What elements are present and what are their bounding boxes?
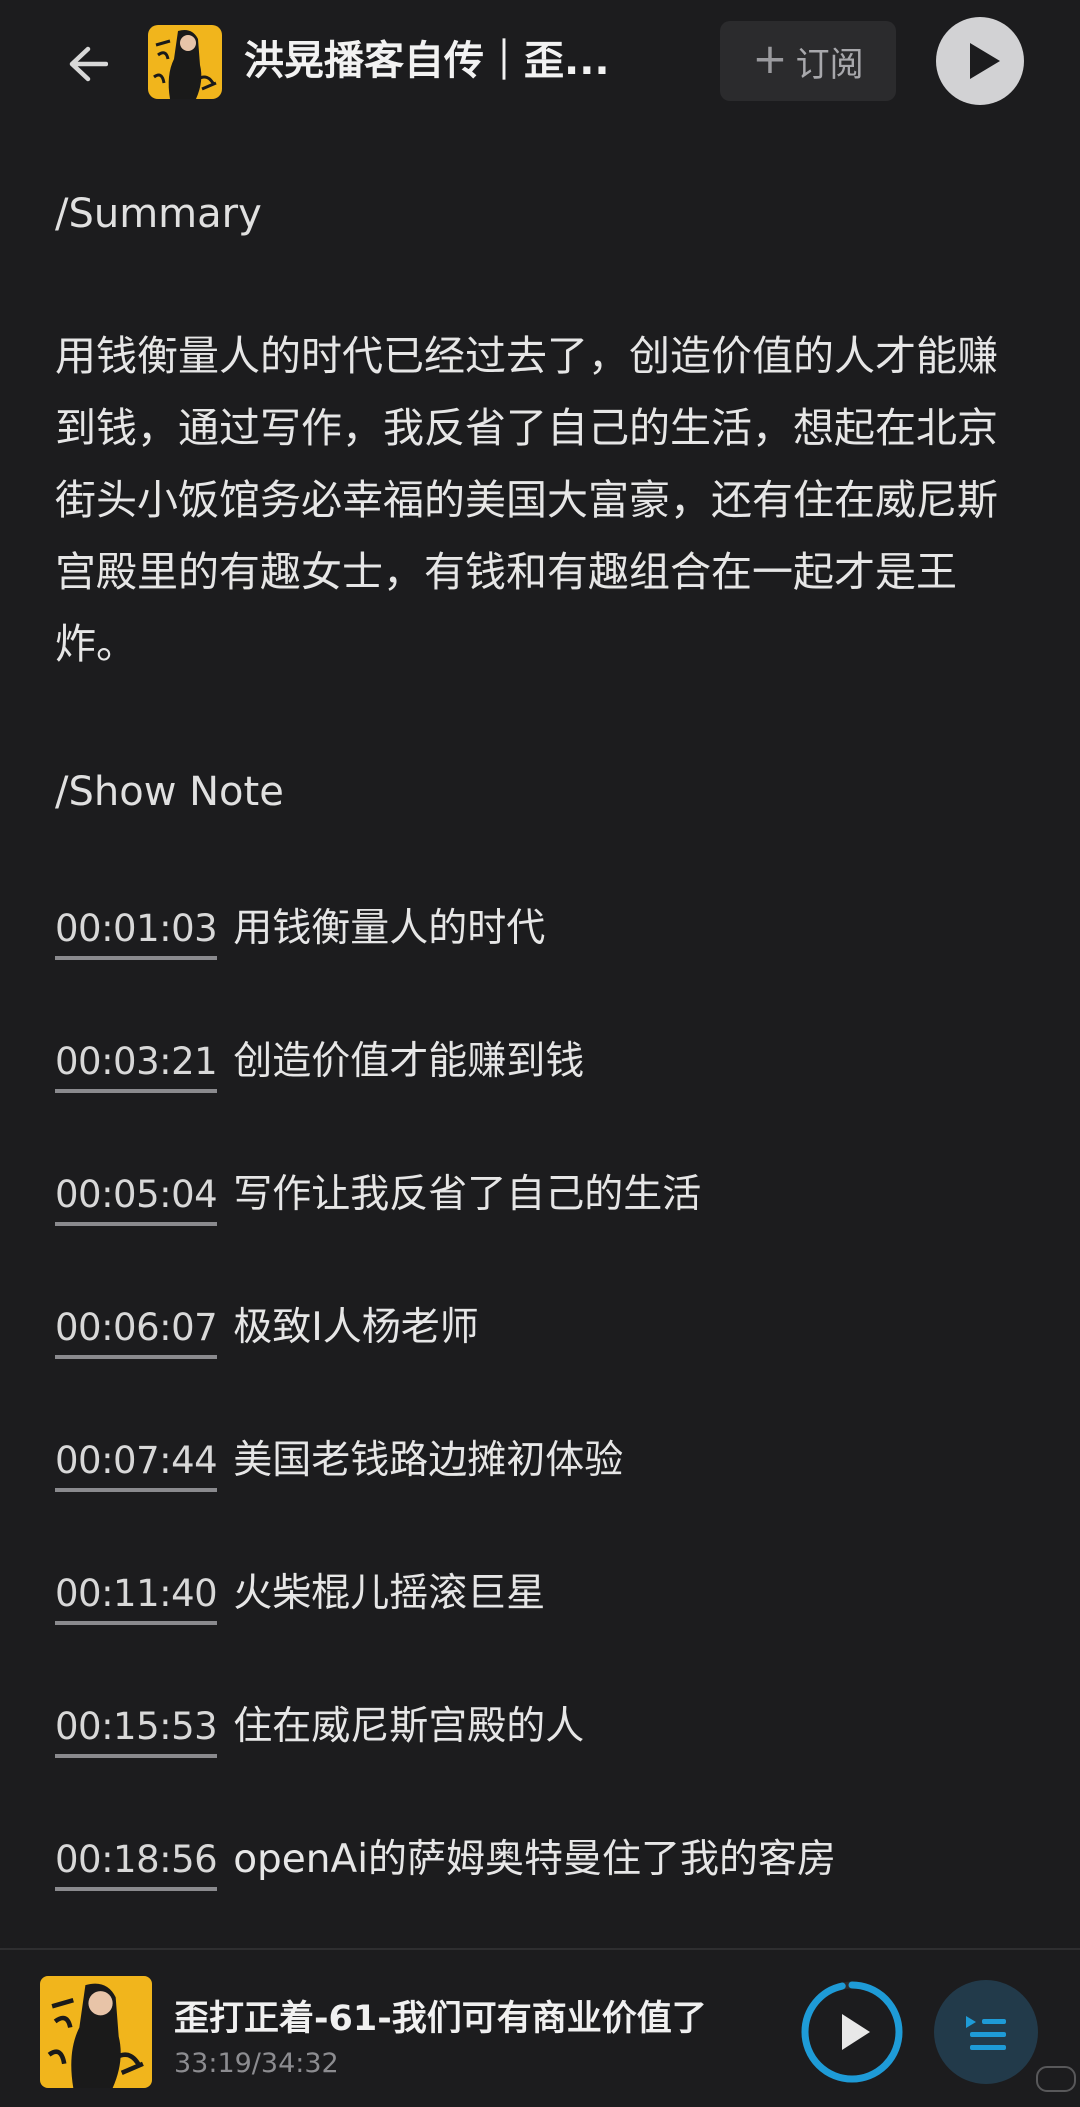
list-item: 00:07:44 美国老钱路边摊初体验 <box>55 1434 1025 1567</box>
list-item: 00:15:53 住在威尼斯宫殿的人 <box>55 1700 1025 1833</box>
plus-icon: + <box>752 34 788 83</box>
playlist-icon <box>966 2016 1006 2050</box>
top-bar: 洪晃播客自传｜歪... + 订阅 <box>0 0 1080 124</box>
arrow-left-icon <box>69 46 108 82</box>
mini-player[interactable]: 歪打正着-61-我们可有商业价值了 33:19/34:32 <box>0 1948 1080 2107</box>
play-all-button[interactable] <box>936 17 1024 105</box>
timestamp-link[interactable]: 00:05:04 <box>55 1168 218 1226</box>
timestamp-link[interactable]: 00:18:56 <box>55 1833 218 1891</box>
now-playing-cover[interactable] <box>40 1976 152 2088</box>
timestamp-link[interactable]: 00:15:53 <box>55 1700 218 1758</box>
timestamp-link[interactable]: 00:07:44 <box>55 1434 218 1492</box>
show-note-heading: /Show Note <box>55 769 284 815</box>
play-icon <box>842 2014 870 2050</box>
chapter-title: 美国老钱路边摊初体验 <box>233 1438 624 1483</box>
list-item: 00:11:40 火柴棍儿摇滚巨星 <box>55 1567 1025 1700</box>
show-note-list: 00:01:03 用钱衡量人的时代 00:03:21 创造价值才能赚到钱 00:… <box>55 902 1025 1966</box>
timestamp-link[interactable]: 00:06:07 <box>55 1301 218 1359</box>
chapter-title: 极致I人杨老师 <box>233 1305 479 1350</box>
playback-time: 33:19/34:32 <box>174 2048 339 2079</box>
back-button[interactable] <box>58 34 118 94</box>
timestamp-link[interactable]: 00:11:40 <box>55 1567 218 1625</box>
summary-heading: /Summary <box>55 191 262 237</box>
episode-detail-screen: 洪晃播客自传｜歪... + 订阅 /Summary 用钱衡量人的时代已经过去了，… <box>0 0 1080 2107</box>
timestamp-link[interactable]: 00:03:21 <box>55 1035 218 1093</box>
podcast-cover-thumbnail[interactable] <box>148 25 222 99</box>
chapter-title: 住在威尼斯宫殿的人 <box>233 1704 585 1749</box>
summary-text: 用钱衡量人的时代已经过去了，创造价值的人才能赚到钱，通过写作，我反省了自己的生活… <box>55 332 998 668</box>
subscribe-label: 订阅 <box>795 44 864 85</box>
chapter-title: 火柴棍儿摇滚巨星 <box>233 1571 546 1616</box>
subscribe-button[interactable]: + 订阅 <box>720 21 896 101</box>
now-playing-title: 歪打正着-61-我们可有商业价值了 <box>174 1999 707 2039</box>
list-item: 00:03:21 创造价值才能赚到钱 <box>55 1035 1025 1168</box>
list-item: 00:01:03 用钱衡量人的时代 <box>55 902 1025 1035</box>
list-item: 00:18:56 openAi的萨姆奥特曼住了我的客房 <box>55 1833 1025 1966</box>
play-pause-button[interactable] <box>800 1980 904 2084</box>
chapter-title: 用钱衡量人的时代 <box>233 906 546 951</box>
playlist-button[interactable] <box>934 1980 1038 2084</box>
chapter-title: 创造价值才能赚到钱 <box>233 1039 585 1084</box>
watermark-badge <box>1036 2066 1076 2092</box>
play-icon <box>970 43 1000 79</box>
list-item: 00:05:04 写作让我反省了自己的生活 <box>55 1168 1025 1301</box>
chapter-title: openAi的萨姆奥特曼住了我的客房 <box>233 1837 837 1882</box>
timestamp-link[interactable]: 00:01:03 <box>55 902 218 960</box>
list-item: 00:06:07 极致I人杨老师 <box>55 1301 1025 1434</box>
chapter-title: 写作让我反省了自己的生活 <box>233 1172 702 1217</box>
podcast-title: 洪晃播客自传｜歪... <box>244 38 610 84</box>
